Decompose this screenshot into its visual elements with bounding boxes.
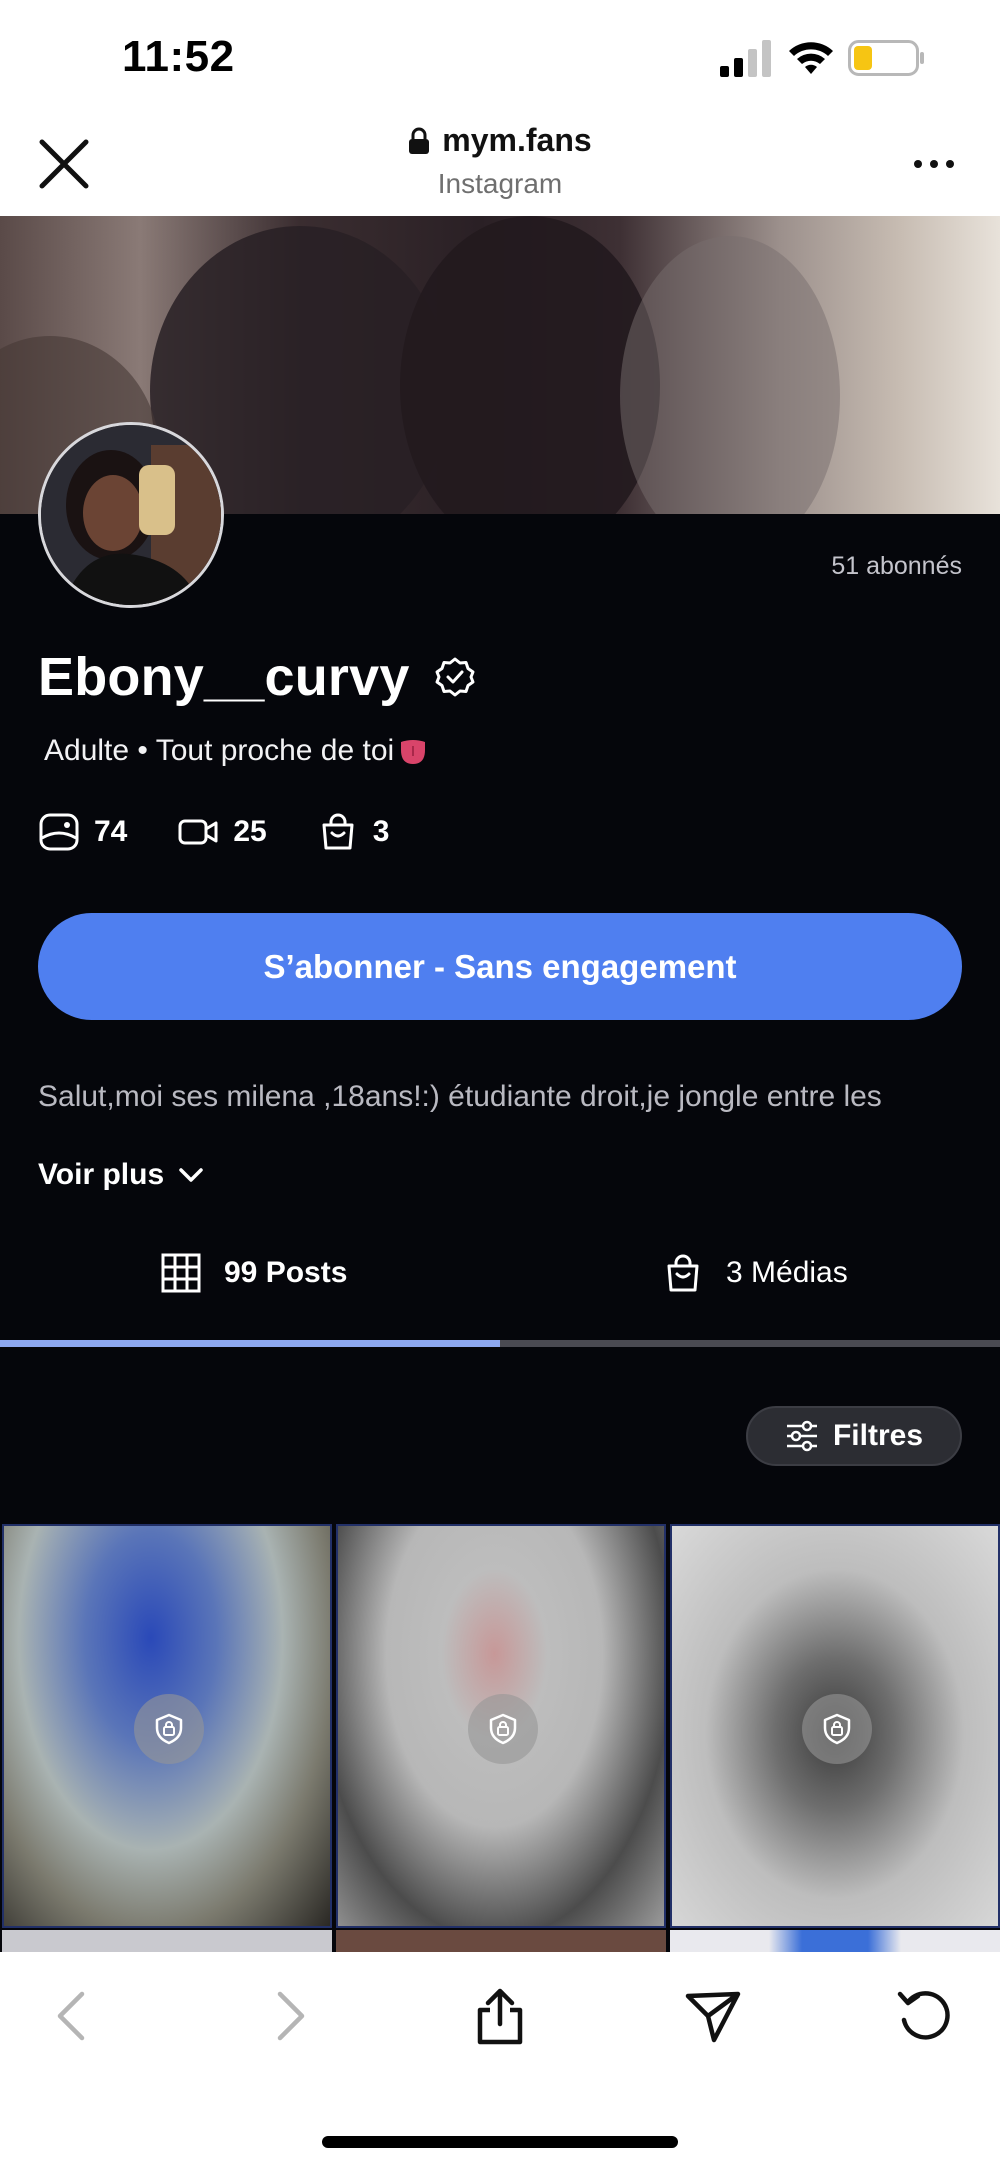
locked-post[interactable] [670,1524,1000,1928]
status-time: 11:52 [122,32,235,81]
wifi-icon [789,42,833,74]
forward-icon[interactable] [258,1986,318,2046]
browser-toolbar: mym.fans Instagram [0,112,1000,216]
bag-icon [322,813,354,850]
bag-icon [667,1254,699,1292]
lock-icon [409,127,430,154]
locked-post[interactable] [2,1524,332,1928]
bio-fade [0,1128,1000,1142]
sliders-icon [786,1420,817,1452]
profile-tagline: Adulte • Tout proche de toi [44,734,395,767]
tab-medias-label: 3 Médias [726,1256,848,1289]
battery-icon [848,40,924,76]
locked-post[interactable] [336,1524,666,1928]
address-bar[interactable]: mym.fans Instagram [0,122,1000,200]
locked-badge [134,1694,204,1764]
grid-icon [161,1253,201,1293]
more-options-icon[interactable] [912,154,956,174]
filter-label: Filtres [832,1419,924,1452]
tab-posts[interactable]: 99 Posts [160,1252,347,1294]
locked-badge [802,1694,872,1764]
video-icon [178,819,218,845]
profile-name: Ebony__curvy [38,647,410,707]
locked-badge [468,1694,538,1764]
shield-lock-icon [823,1713,851,1745]
avatar[interactable] [38,422,224,608]
home-indicator [322,2136,678,2148]
tab-active-indicator [0,1340,500,1347]
browser-bottom-toolbar [0,1952,1000,2164]
shield-lock-icon [489,1713,517,1745]
see-more-label: Voir plus [38,1158,165,1191]
back-icon[interactable] [44,1986,104,2046]
shield-lock-icon [155,1713,183,1745]
profile-stats: 74 25 3 [38,812,439,852]
chevron-down-icon [179,1168,203,1182]
stat-photos: 74 [38,812,127,852]
tongue-emoji-icon [401,740,426,764]
see-more-button[interactable]: Voir plus [38,1158,204,1192]
stat-products: 3 [317,812,390,852]
subscribe-button[interactable]: S’abonner - Sans engagement [38,913,962,1020]
status-bar: 11:52 [0,0,1000,112]
tab-medias[interactable]: 3 Médias [662,1252,848,1294]
stat-photos-value: 74 [94,815,128,848]
avatar-image [41,425,221,605]
url-subtitle: Instagram [437,167,563,199]
locked-post[interactable] [336,1930,666,1952]
profile-bio: Salut,moi ses milena ,18ans!:) étudiante… [38,1080,882,1113]
stat-videos: 25 [177,812,267,852]
signal-icon [720,40,771,77]
reload-icon[interactable] [894,1986,954,2046]
photo-icon [39,813,79,851]
followers-count[interactable]: 51 abonnés [831,552,962,581]
tab-posts-label: 99 Posts [224,1256,348,1289]
stat-videos-value: 25 [233,815,267,848]
filter-button[interactable]: Filtres [746,1406,962,1466]
locked-post[interactable] [2,1930,332,1952]
stat-products-value: 3 [372,815,390,848]
url-domain: mym.fans [442,122,592,158]
send-icon[interactable] [682,1986,742,2046]
verified-icon [435,657,475,697]
locked-post[interactable] [670,1930,1000,1952]
share-icon[interactable] [470,1986,530,2046]
